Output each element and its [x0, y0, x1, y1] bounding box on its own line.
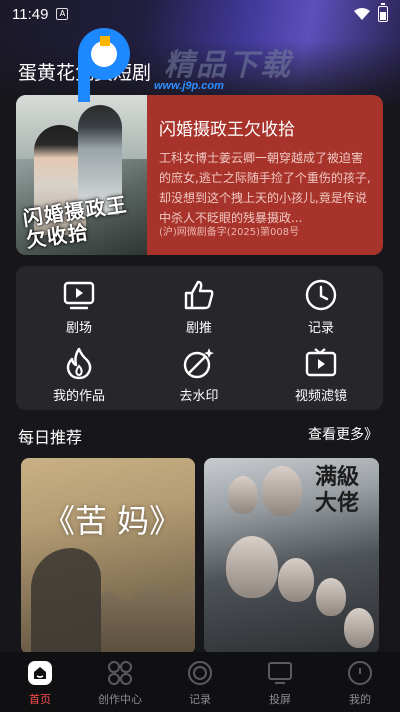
tab-label: 我的 [349, 693, 371, 706]
status-bar: 11:49 A [0, 0, 400, 28]
tool-remove-watermark[interactable]: 去水印 [144, 346, 254, 408]
tab-create-center[interactable]: 创作中心 [80, 652, 160, 712]
featured-info: 闪婚摄政王欠收拾 工科女博士姜云卿一朝穿越成了被迫害的庶女,逃亡之际随手捡了个重… [159, 95, 373, 255]
home-icon [28, 661, 52, 685]
thumbs-up-icon [184, 280, 214, 310]
battery-icon [378, 3, 388, 22]
tv-play-icon [63, 281, 95, 310]
tab-label: 首页 [29, 693, 51, 706]
featured-registration: (沪)网微剧备字(2025)第008号 [159, 227, 300, 238]
tool-my-works[interactable]: 我的作品 [24, 346, 134, 408]
wifi-icon [354, 8, 370, 20]
poster-figure [344, 608, 374, 648]
status-time: 11:49 [12, 5, 49, 23]
magic-wand-icon [183, 348, 214, 379]
tool-recommend[interactable]: 剧推 [144, 278, 254, 340]
grid-icon [108, 661, 132, 685]
recommend-poster[interactable]: 满級大佬 [204, 458, 379, 654]
tab-label: 记录 [189, 693, 211, 706]
featured-drama-card[interactable]: 闪婚摄政王欠收拾 闪婚摄政王欠收拾 工科女博士姜云卿一朝穿越成了被迫害的庶女,逃… [16, 95, 383, 255]
tab-profile[interactable]: 我的 [320, 652, 400, 712]
tab-record[interactable]: 记录 [160, 652, 240, 712]
poster-figure [31, 548, 101, 654]
tool-label: 记录 [307, 321, 334, 336]
tab-label: 创作中心 [98, 693, 142, 706]
clock-icon [305, 279, 337, 311]
tool-label: 视频滤镜 [294, 389, 347, 404]
featured-poster[interactable]: 闪婚摄政王欠收拾 [16, 95, 147, 255]
tab-home[interactable]: 首页 [0, 652, 80, 712]
page-title: 蛋黄花免费短剧 [18, 62, 152, 84]
tool-label: 去水印 [179, 389, 219, 404]
record-icon [188, 661, 212, 685]
screen-cast-icon [268, 662, 292, 684]
tab-label: 投屏 [269, 693, 291, 706]
tool-label: 剧场 [65, 321, 92, 336]
tool-theater[interactable]: 剧场 [24, 278, 134, 340]
recommend-poster[interactable]: 《苦 妈》 [21, 458, 195, 654]
profile-icon [348, 661, 372, 685]
featured-title[interactable]: 闪婚摄政王欠收拾 [159, 115, 295, 140]
video-filter-icon [305, 348, 337, 377]
view-more-link[interactable]: 查看更多》 [308, 424, 378, 444]
featured-description: 工科女博士姜云卿一朝穿越成了被迫害的庶女,逃亡之际随手捡了个重伤的孩子,却没想到… [159, 151, 371, 225]
tool-video-filter[interactable]: 视频滤镜 [266, 346, 376, 408]
poster-scenery [85, 582, 195, 654]
tab-screen-cast[interactable]: 投屏 [240, 652, 320, 712]
tool-label: 我的作品 [52, 389, 105, 404]
poster-figure [262, 466, 302, 516]
flame-icon [66, 347, 92, 380]
poster-figure [226, 536, 278, 598]
tools-panel: 剧场 剧推 记录 我的作品 去水印 视频滤镜 [16, 266, 383, 410]
daily-section-title: 每日推荐 [18, 428, 83, 447]
poster-figure [316, 578, 346, 616]
bottom-tab-bar: 首页 创作中心 记录 投屏 我的 [0, 652, 400, 712]
tool-label: 剧推 [185, 321, 212, 336]
poster-figure [228, 476, 258, 514]
notification-icon: A [56, 8, 69, 20]
poster-title-art: 《苦 妈》 [43, 502, 182, 540]
poster-title-art: 满級大佬 [314, 464, 359, 516]
tool-history[interactable]: 记录 [266, 278, 376, 340]
poster-figure [278, 558, 314, 602]
